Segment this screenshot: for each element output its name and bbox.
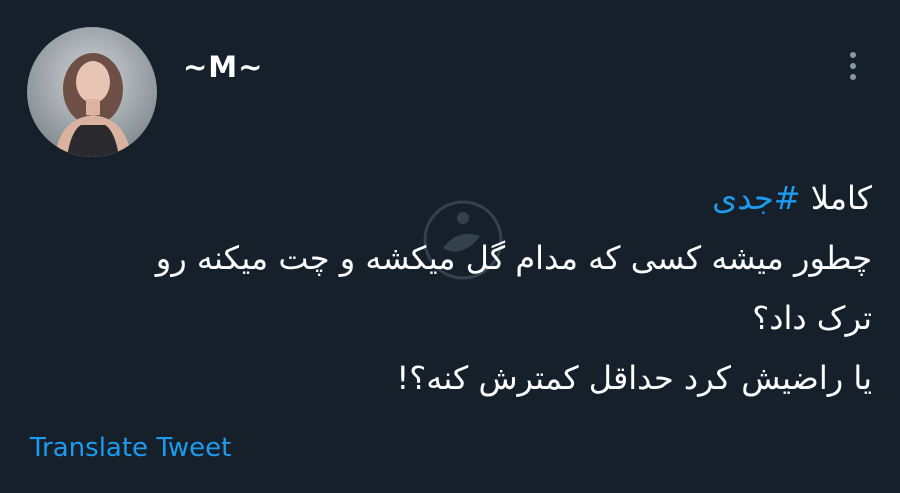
tweet-card: ~M~ کاملا #جدی چطور میشه کسی که مدام گل … [0,0,900,493]
tweet-text-segment: کاملا [800,179,872,217]
tweet-line-4: یا راضیش کرد حداقل کمترش کنه؟! [396,359,872,397]
avatar-image [55,53,131,157]
translate-tweet-link[interactable]: Translate Tweet [30,433,231,463]
tweet-line-2: چطور میشه کسی که مدام گل میکشه و چت میکن… [155,239,872,277]
more-options-icon[interactable] [838,48,868,84]
display-name[interactable]: ~M~ [183,50,263,84]
tweet-line-1: کاملا #جدی [52,168,872,228]
avatar[interactable] [27,27,157,157]
tweet-text: کاملا #جدی چطور میشه کسی که مدام گل میکش… [52,168,872,408]
tweet-line-3: ترک داد؟ [752,299,872,337]
hashtag-link[interactable]: #جدی [712,179,800,217]
